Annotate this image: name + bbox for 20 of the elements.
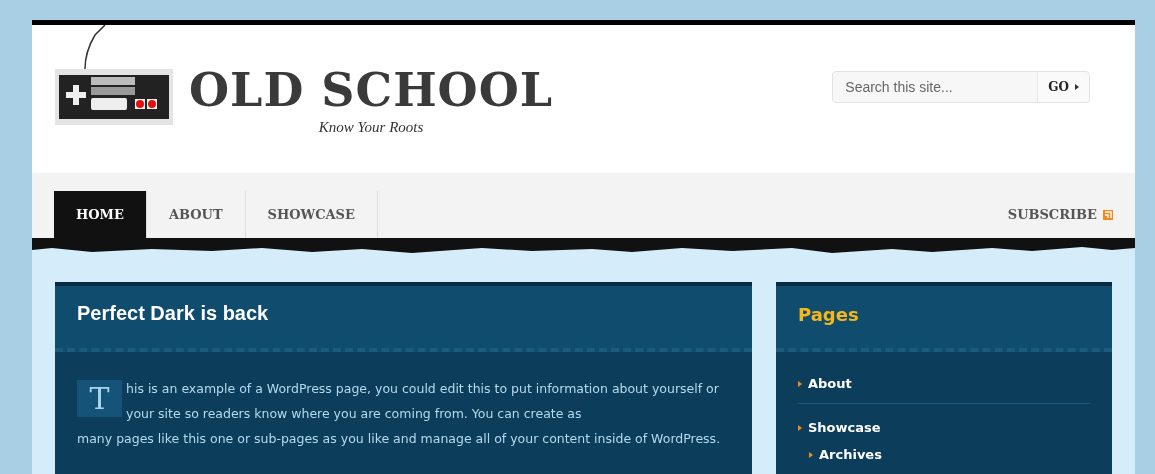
post-paragraph: his is an example of a WordPress page, you could edit this to put information about yourself or your site so readers know where you are coming from. You can create as — [126, 380, 720, 423]
page-link[interactable]: About — [808, 376, 852, 391]
sidebar-title: Pages — [798, 304, 859, 325]
bullet-arrow-icon — [809, 451, 813, 458]
search-field[interactable]: Search this site... GO — [832, 71, 1090, 103]
post-title: Perfect Dark is back — [77, 302, 269, 325]
bullet-arrow-icon — [798, 380, 802, 387]
subscribe-link[interactable]: SUBSCRIBE — [1007, 191, 1113, 238]
post-paragraph: many pages like this one or sub-pages as you like and manage all of your content inside of WordPress. — [77, 430, 722, 448]
nav-tab[interactable]: HOME — [54, 191, 147, 238]
rss-icon — [1103, 209, 1113, 220]
site-title: OLD SCHOOL — [189, 63, 554, 117]
caret-icon — [1075, 84, 1079, 90]
site-tagline: Know Your Roots — [318, 119, 424, 136]
drop-cap: T — [77, 380, 122, 417]
page-link[interactable]: Archives — [819, 447, 882, 462]
game-controller-icon — [55, 25, 173, 125]
page-link[interactable]: Showcase — [808, 420, 881, 435]
bullet-arrow-icon — [798, 424, 802, 431]
go-button[interactable]: GO — [1037, 72, 1089, 102]
